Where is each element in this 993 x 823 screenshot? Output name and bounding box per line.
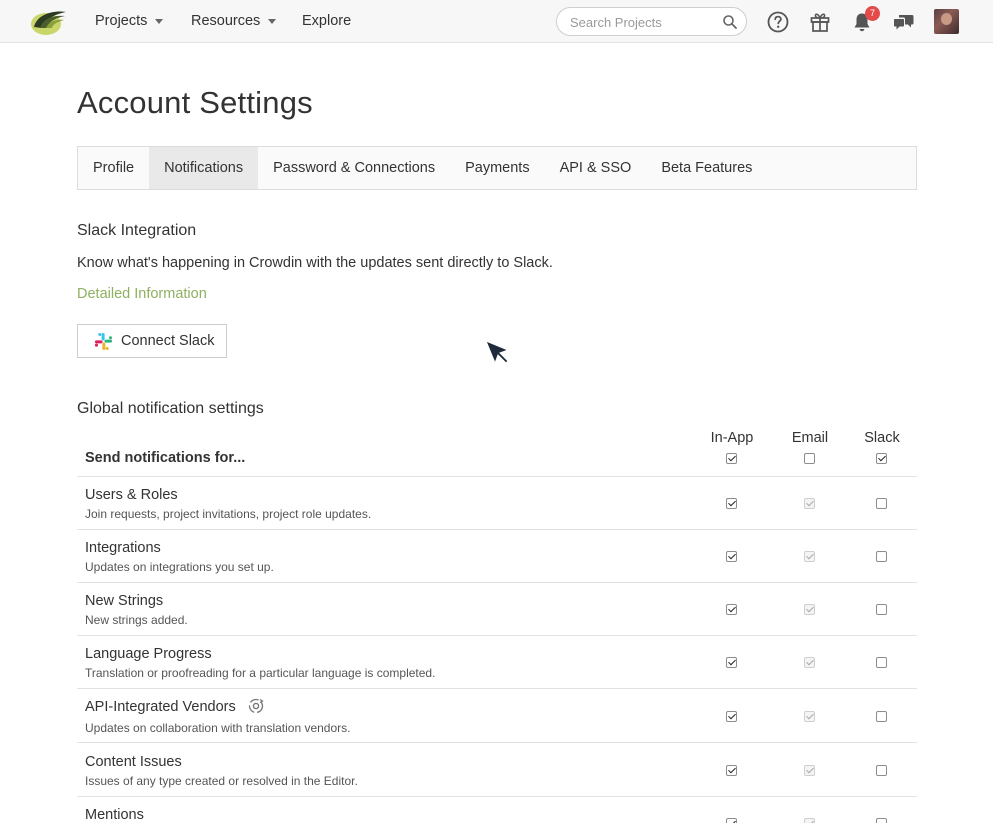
search-icon[interactable]	[722, 14, 738, 30]
api-vendors-email-checkbox[interactable]	[804, 711, 815, 722]
mouse-cursor-icon	[485, 340, 510, 365]
users-roles-email-checkbox[interactable]	[804, 498, 815, 509]
users-roles-slack-checkbox[interactable]	[876, 498, 887, 509]
send-notifications-label: Send notifications for...	[85, 450, 246, 466]
mentions-in-app-checkbox[interactable]	[726, 818, 737, 823]
chevron-down-icon	[155, 18, 164, 24]
avatar[interactable]	[934, 9, 959, 34]
row-divider	[77, 476, 917, 477]
new-strings-in-app-checkbox[interactable]	[726, 604, 737, 615]
users-roles-in-app-checkbox[interactable]	[726, 498, 737, 509]
integrations-email-checkbox[interactable]	[804, 551, 815, 562]
new-strings-slack-checkbox[interactable]	[876, 604, 887, 615]
mentions-slack-checkbox[interactable]	[876, 818, 887, 823]
content-issues-in-app-checkbox[interactable]	[726, 765, 737, 776]
settings-tabs: Profile Notifications Password & Connect…	[77, 146, 917, 190]
row-title-integrations: Integrations	[85, 540, 161, 556]
crowdin-logo[interactable]	[28, 6, 68, 36]
tab-profile[interactable]: Profile	[78, 147, 149, 189]
notification-count-badge: 7	[865, 6, 880, 21]
api-vendors-slack-checkbox[interactable]	[876, 711, 887, 722]
language-progress-in-app-checkbox[interactable]	[726, 657, 737, 668]
row-desc-new-strings: New strings added.	[85, 613, 188, 627]
in-app-all-checkbox[interactable]	[726, 453, 737, 464]
content-issues-email-checkbox[interactable]	[804, 765, 815, 776]
column-slack: Slack	[864, 430, 900, 446]
integrations-slack-checkbox[interactable]	[876, 551, 887, 562]
nav-projects-label: Projects	[95, 13, 148, 29]
row-desc-content-issues: Issues of any type created or resolved i…	[85, 774, 358, 788]
top-navigation-bar: Projects Resources Explore 7	[0, 0, 993, 43]
tab-api-sso[interactable]: API & SSO	[545, 147, 647, 189]
nav-explore[interactable]: Explore	[302, 13, 351, 29]
connect-slack-button[interactable]: Connect Slack	[77, 324, 227, 358]
slack-icon	[94, 332, 113, 350]
language-progress-slack-checkbox[interactable]	[876, 657, 887, 668]
tab-payments[interactable]: Payments	[450, 147, 544, 189]
row-title-content-issues: Content Issues	[85, 754, 182, 770]
row-divider	[77, 796, 917, 797]
detailed-information-link[interactable]: Detailed Information	[77, 286, 207, 302]
row-title-new-strings: New Strings	[85, 593, 164, 609]
row-divider	[77, 742, 917, 743]
nav-explore-label: Explore	[302, 13, 352, 29]
connect-slack-label: Connect Slack	[121, 333, 215, 349]
help-icon[interactable]	[766, 10, 790, 34]
email-all-checkbox[interactable]	[804, 453, 815, 464]
nav-resources-label: Resources	[191, 13, 261, 29]
row-title-language-progress: Language Progress	[85, 646, 212, 662]
integrations-in-app-checkbox[interactable]	[726, 551, 737, 562]
slack-integration-heading: Slack Integration	[77, 222, 197, 239]
chat-icon[interactable]	[892, 10, 916, 34]
column-email: Email	[791, 430, 829, 446]
row-divider	[77, 529, 917, 530]
gift-icon[interactable]	[808, 10, 832, 34]
page-title: Account Settings	[77, 85, 313, 120]
search-box	[556, 7, 747, 36]
mentions-email-checkbox[interactable]	[804, 818, 815, 823]
global-notification-heading: Global notification settings	[77, 400, 264, 417]
row-desc-users-roles: Join requests, project invitations, proj…	[85, 507, 372, 521]
chevron-down-icon	[268, 18, 277, 24]
row-desc-api-vendors: Updates on collaboration with translatio…	[85, 721, 351, 735]
tab-notifications[interactable]: Notifications	[149, 147, 259, 189]
slack-description: Know what's happening in Crowdin with th…	[77, 255, 553, 271]
column-in-app: In-App	[710, 430, 754, 446]
search-input[interactable]	[570, 13, 720, 31]
content-issues-slack-checkbox[interactable]	[876, 765, 887, 776]
row-title-users-roles: Users & Roles	[85, 487, 178, 503]
row-divider	[77, 688, 917, 689]
row-title-api-vendors: API-Integrated Vendors	[85, 699, 236, 715]
row-title-mentions: Mentions	[85, 807, 144, 823]
row-desc-integrations: Updates on integrations you set up.	[85, 560, 274, 574]
row-desc-language-progress: Translation or proofreading for a partic…	[85, 666, 436, 680]
row-divider	[77, 582, 917, 583]
new-strings-email-checkbox[interactable]	[804, 604, 815, 615]
api-vendors-in-app-checkbox[interactable]	[726, 711, 737, 722]
nav-resources[interactable]: Resources	[191, 13, 277, 29]
nav-projects[interactable]: Projects	[95, 13, 164, 29]
row-divider	[77, 635, 917, 636]
slack-all-checkbox[interactable]	[876, 453, 887, 464]
tab-password-connections[interactable]: Password & Connections	[258, 147, 450, 189]
language-progress-email-checkbox[interactable]	[804, 657, 815, 668]
vendor-sync-icon	[248, 698, 264, 714]
tab-beta-features[interactable]: Beta Features	[646, 147, 767, 189]
